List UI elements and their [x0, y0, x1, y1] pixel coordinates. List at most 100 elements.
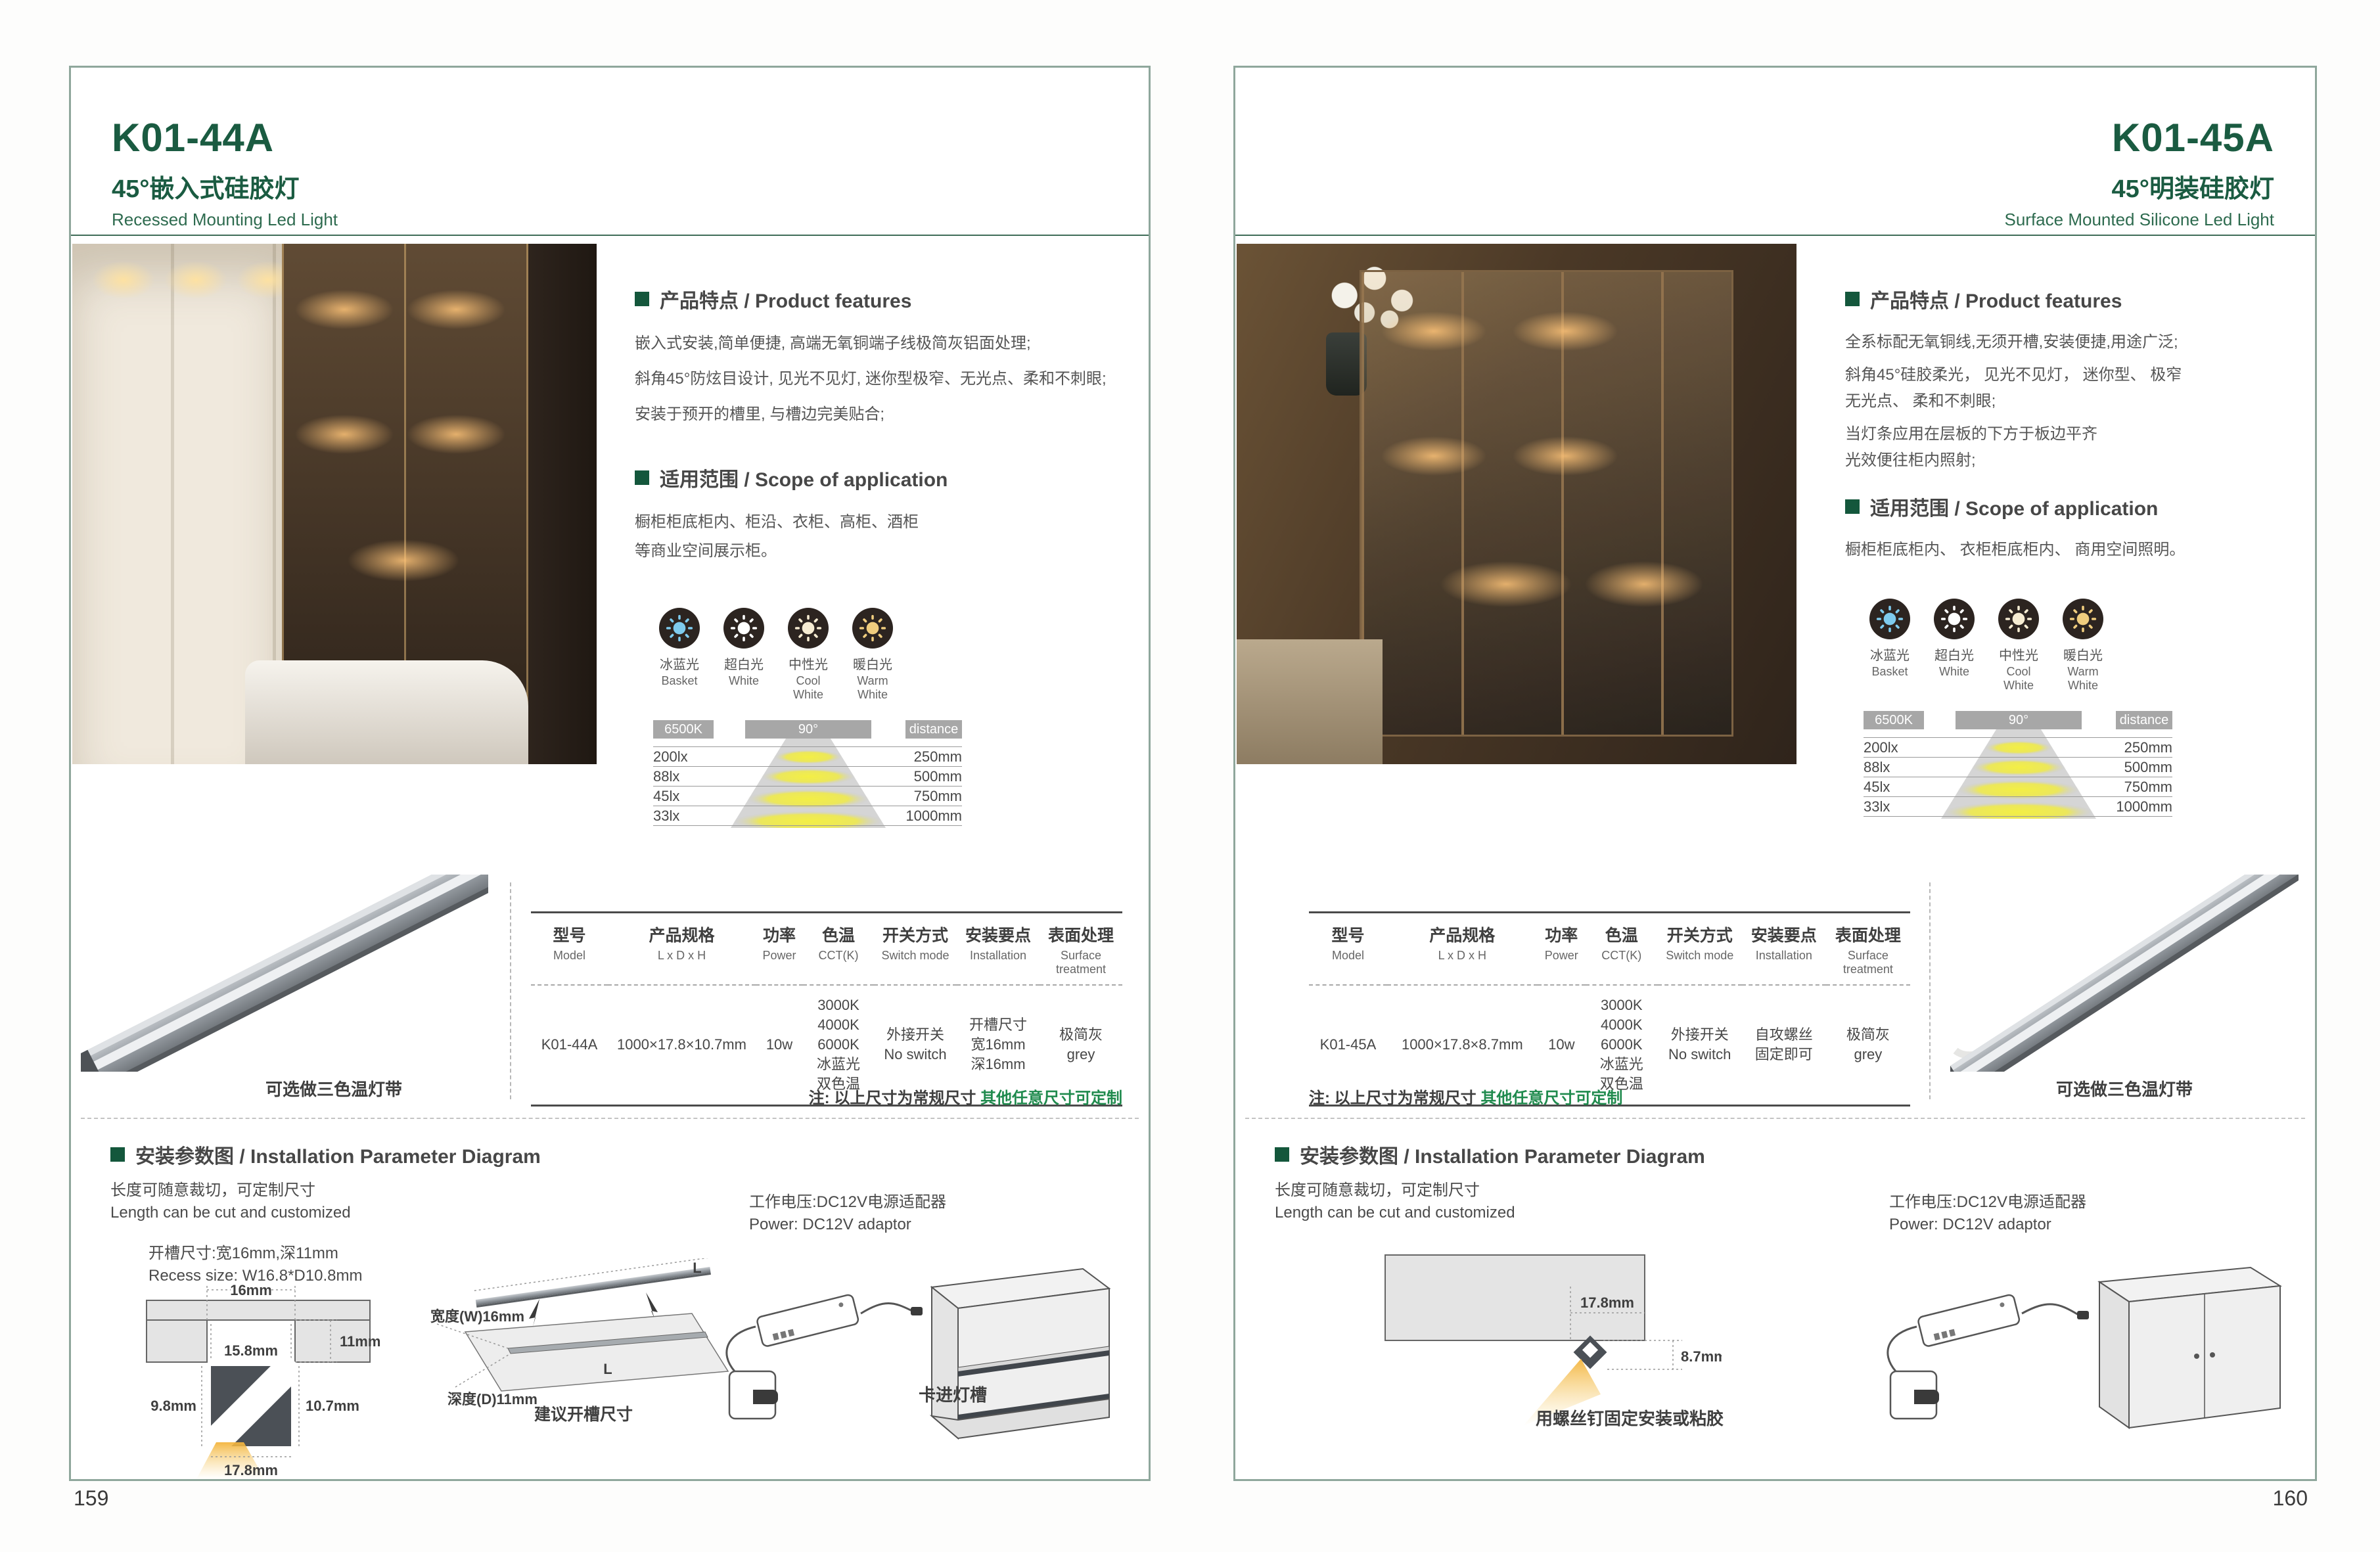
- distance-value: 1000mm: [905, 806, 962, 826]
- product-photo: [1237, 244, 1796, 764]
- feature-line: 当灯条应用在层板的下方于板边平齐: [1845, 421, 2287, 447]
- beam-distance-chart: 6500K 90° distance 200lx 250mm 88lx 500m…: [1864, 711, 2172, 824]
- light-option-ice-blue: 冰蓝光 Basket: [1864, 599, 1916, 693]
- spec-header: 表面处理Surface treatment: [1826, 913, 1910, 986]
- light-label-en: White: [718, 674, 770, 688]
- feature-line: 无光点、 柔和不刺眼;: [1845, 388, 2287, 415]
- scope-heading-text: 适用范围 / Scope of application: [660, 463, 948, 492]
- lux-value: 88lx: [653, 768, 679, 785]
- groove-board-diagram: L 宽度(W)16mm 深度(D)11mm L: [429, 1258, 738, 1416]
- light-label-en: Warm White: [2057, 665, 2109, 693]
- warm-white-light-icon: [852, 608, 893, 649]
- photo-floor: [1237, 639, 1383, 764]
- groove-caption: 建议开槽尺寸: [478, 1402, 689, 1425]
- feature-line: 嵌入式安装,简单便捷, 高端无氧铜端子线极简灰铝面处理;: [635, 329, 1121, 358]
- photo-shelf-glow: [1440, 561, 1572, 607]
- note-prefix: 注: 以上尺寸为常规尺寸: [1309, 1089, 1480, 1107]
- beam-baseline: [653, 825, 962, 826]
- green-square-bullet-icon: [110, 1147, 125, 1162]
- beam-row: 45lx 750mm: [653, 786, 962, 806]
- feature-column: 产品特点 / Product features 嵌入式安装,简单便捷, 高端无氧…: [635, 285, 1121, 833]
- aluminum-profile-image: [81, 875, 488, 1072]
- product-title-en: Recessed Mounting Led Light: [112, 210, 338, 230]
- recess-note: 开槽尺寸:宽16mm,深11mmRecess size: W16.8*D10.8…: [149, 1243, 362, 1287]
- svg-text:L: L: [603, 1361, 612, 1377]
- header-rule: [71, 235, 1149, 236]
- svg-text:17.8mm: 17.8mm: [1580, 1294, 1634, 1311]
- spec-header: 型号Model: [1309, 913, 1387, 986]
- product-photo: [72, 244, 597, 764]
- light-label-cn: 暖白光: [2057, 645, 2109, 664]
- photo-spot-light: [164, 261, 227, 299]
- beam-angle-chip: 90°: [745, 720, 871, 739]
- white-light-icon: [723, 608, 764, 649]
- spec-header: 开关方式Switch mode: [1658, 913, 1742, 986]
- svg-text:9.8mm: 9.8mm: [150, 1398, 196, 1414]
- spec-header: 型号Model: [531, 913, 608, 986]
- recess-cross-section-diagram: 16mm 11mm 15.8mm 9.8mm 10.7mm 17.8mm: [133, 1282, 416, 1479]
- distance-value: 1000mm: [2116, 797, 2172, 817]
- ice-blue-light-icon: [659, 608, 700, 649]
- light-color-options: 冰蓝光 Basket 超白光 White 中性光 Cool White 暖白光 …: [653, 608, 1121, 702]
- photo-shelf-glow: [1381, 311, 1486, 351]
- svg-text:L: L: [693, 1260, 701, 1276]
- beam-row: 33lx 1000mm: [1864, 796, 2172, 817]
- distance-chip: distance: [2116, 711, 2172, 729]
- scope-line: 等商业空间展示柜。: [635, 537, 1121, 566]
- features-section-heading: 产品特点 / Product features: [1845, 285, 2287, 313]
- beam-row: 88lx 500mm: [653, 766, 962, 787]
- feature-line: 斜角45°硅胶柔光， 见光不见灯， 迷你型、 极窄: [1845, 362, 2287, 388]
- light-color-options: 冰蓝光 Basket 超白光 White 中性光 Cool White 暖白光 …: [1864, 599, 2287, 693]
- photo-shelf-glow: [348, 539, 459, 582]
- spec-header: 产品规格L x D x H: [1387, 913, 1538, 986]
- product-title-cn: 45°明装硅胶灯: [2005, 168, 2275, 204]
- spec-header: 功率Power: [1538, 913, 1586, 986]
- svg-text:17.8mm: 17.8mm: [224, 1462, 278, 1478]
- warm-white-light-icon: [2063, 599, 2103, 639]
- cool-white-light-icon: [1998, 599, 2039, 639]
- cct-chip: 6500K: [653, 720, 714, 739]
- green-square-bullet-icon: [635, 292, 649, 306]
- note-highlight: 其他任意尺寸可定制: [1480, 1089, 1622, 1107]
- features-section-heading: 产品特点 / Product features: [635, 285, 1121, 313]
- catalog-page-right: K01-45A 45°明装硅胶灯 Surface Mounted Silicon…: [1233, 66, 2317, 1481]
- vertical-dashed-divider: [510, 882, 511, 1099]
- spec-table: 型号Model 产品规格L x D x H 功率Power 色温CCT(K) 开…: [1309, 911, 1910, 1107]
- photo-shelf-glow: [407, 290, 505, 329]
- note-highlight: 其他任意尺寸可定制: [980, 1089, 1122, 1107]
- length-note: 长度可随意裁切，可定制尺寸Length can be cut and custo…: [110, 1179, 351, 1224]
- light-label-en: Basket: [1864, 665, 1916, 679]
- photo-bed: [245, 660, 528, 764]
- light-label-en: Basket: [653, 674, 706, 688]
- spec-header: 色温CCT(K): [803, 913, 874, 986]
- lux-value: 33lx: [653, 808, 679, 824]
- beam-distance-chart: 6500K 90° distance 200lx 250mm 88lx 500m…: [653, 720, 962, 833]
- feature-line: 全系标配无氧铜线,无须开槽,安装便捷,用途广泛;: [1845, 329, 2287, 355]
- cool-white-light-icon: [788, 608, 829, 649]
- product-title-en: Surface Mounted Silicone Led Light: [2005, 210, 2275, 230]
- photo-shelf-glow: [1585, 561, 1703, 607]
- tri-color-caption: 可选做三色温灯带: [170, 1076, 498, 1101]
- vertical-dashed-divider: [1929, 882, 1931, 1099]
- light-label-cn: 中性光: [1992, 645, 2045, 664]
- product-title-cn: 45°嵌入式硅胶灯: [112, 168, 338, 204]
- light-label-cn: 冰蓝光: [653, 654, 706, 673]
- light-option-warm-white: 暖白光 Warm White: [2057, 599, 2109, 693]
- distance-value: 750mm: [914, 787, 962, 806]
- distance-value: 250mm: [2124, 738, 2172, 758]
- beam-row: 200lx 250mm: [1864, 737, 2172, 758]
- scope-line: 橱柜柜底柜内、 衣柜柜底柜内、 商用空间照明。: [1845, 537, 2287, 563]
- light-option-cool-white: 中性光 Cool White: [1992, 599, 2045, 693]
- lux-value: 200lx: [1864, 739, 1898, 756]
- green-square-bullet-icon: [635, 470, 649, 485]
- product-model: K01-45A: [2005, 115, 2275, 160]
- power-adaptor-cabinet-diagram: [1876, 1241, 2283, 1451]
- distance-value: 750mm: [2124, 777, 2172, 797]
- light-option-ice-blue: 冰蓝光 Basket: [653, 608, 706, 702]
- svg-text:10.7mm: 10.7mm: [306, 1398, 359, 1414]
- green-square-bullet-icon: [1845, 499, 1860, 514]
- photo-spot-light: [92, 261, 155, 299]
- photo-glass-cabinets: [1360, 270, 1733, 737]
- light-label-en: Cool White: [782, 674, 835, 702]
- distance-value: 250mm: [914, 747, 962, 767]
